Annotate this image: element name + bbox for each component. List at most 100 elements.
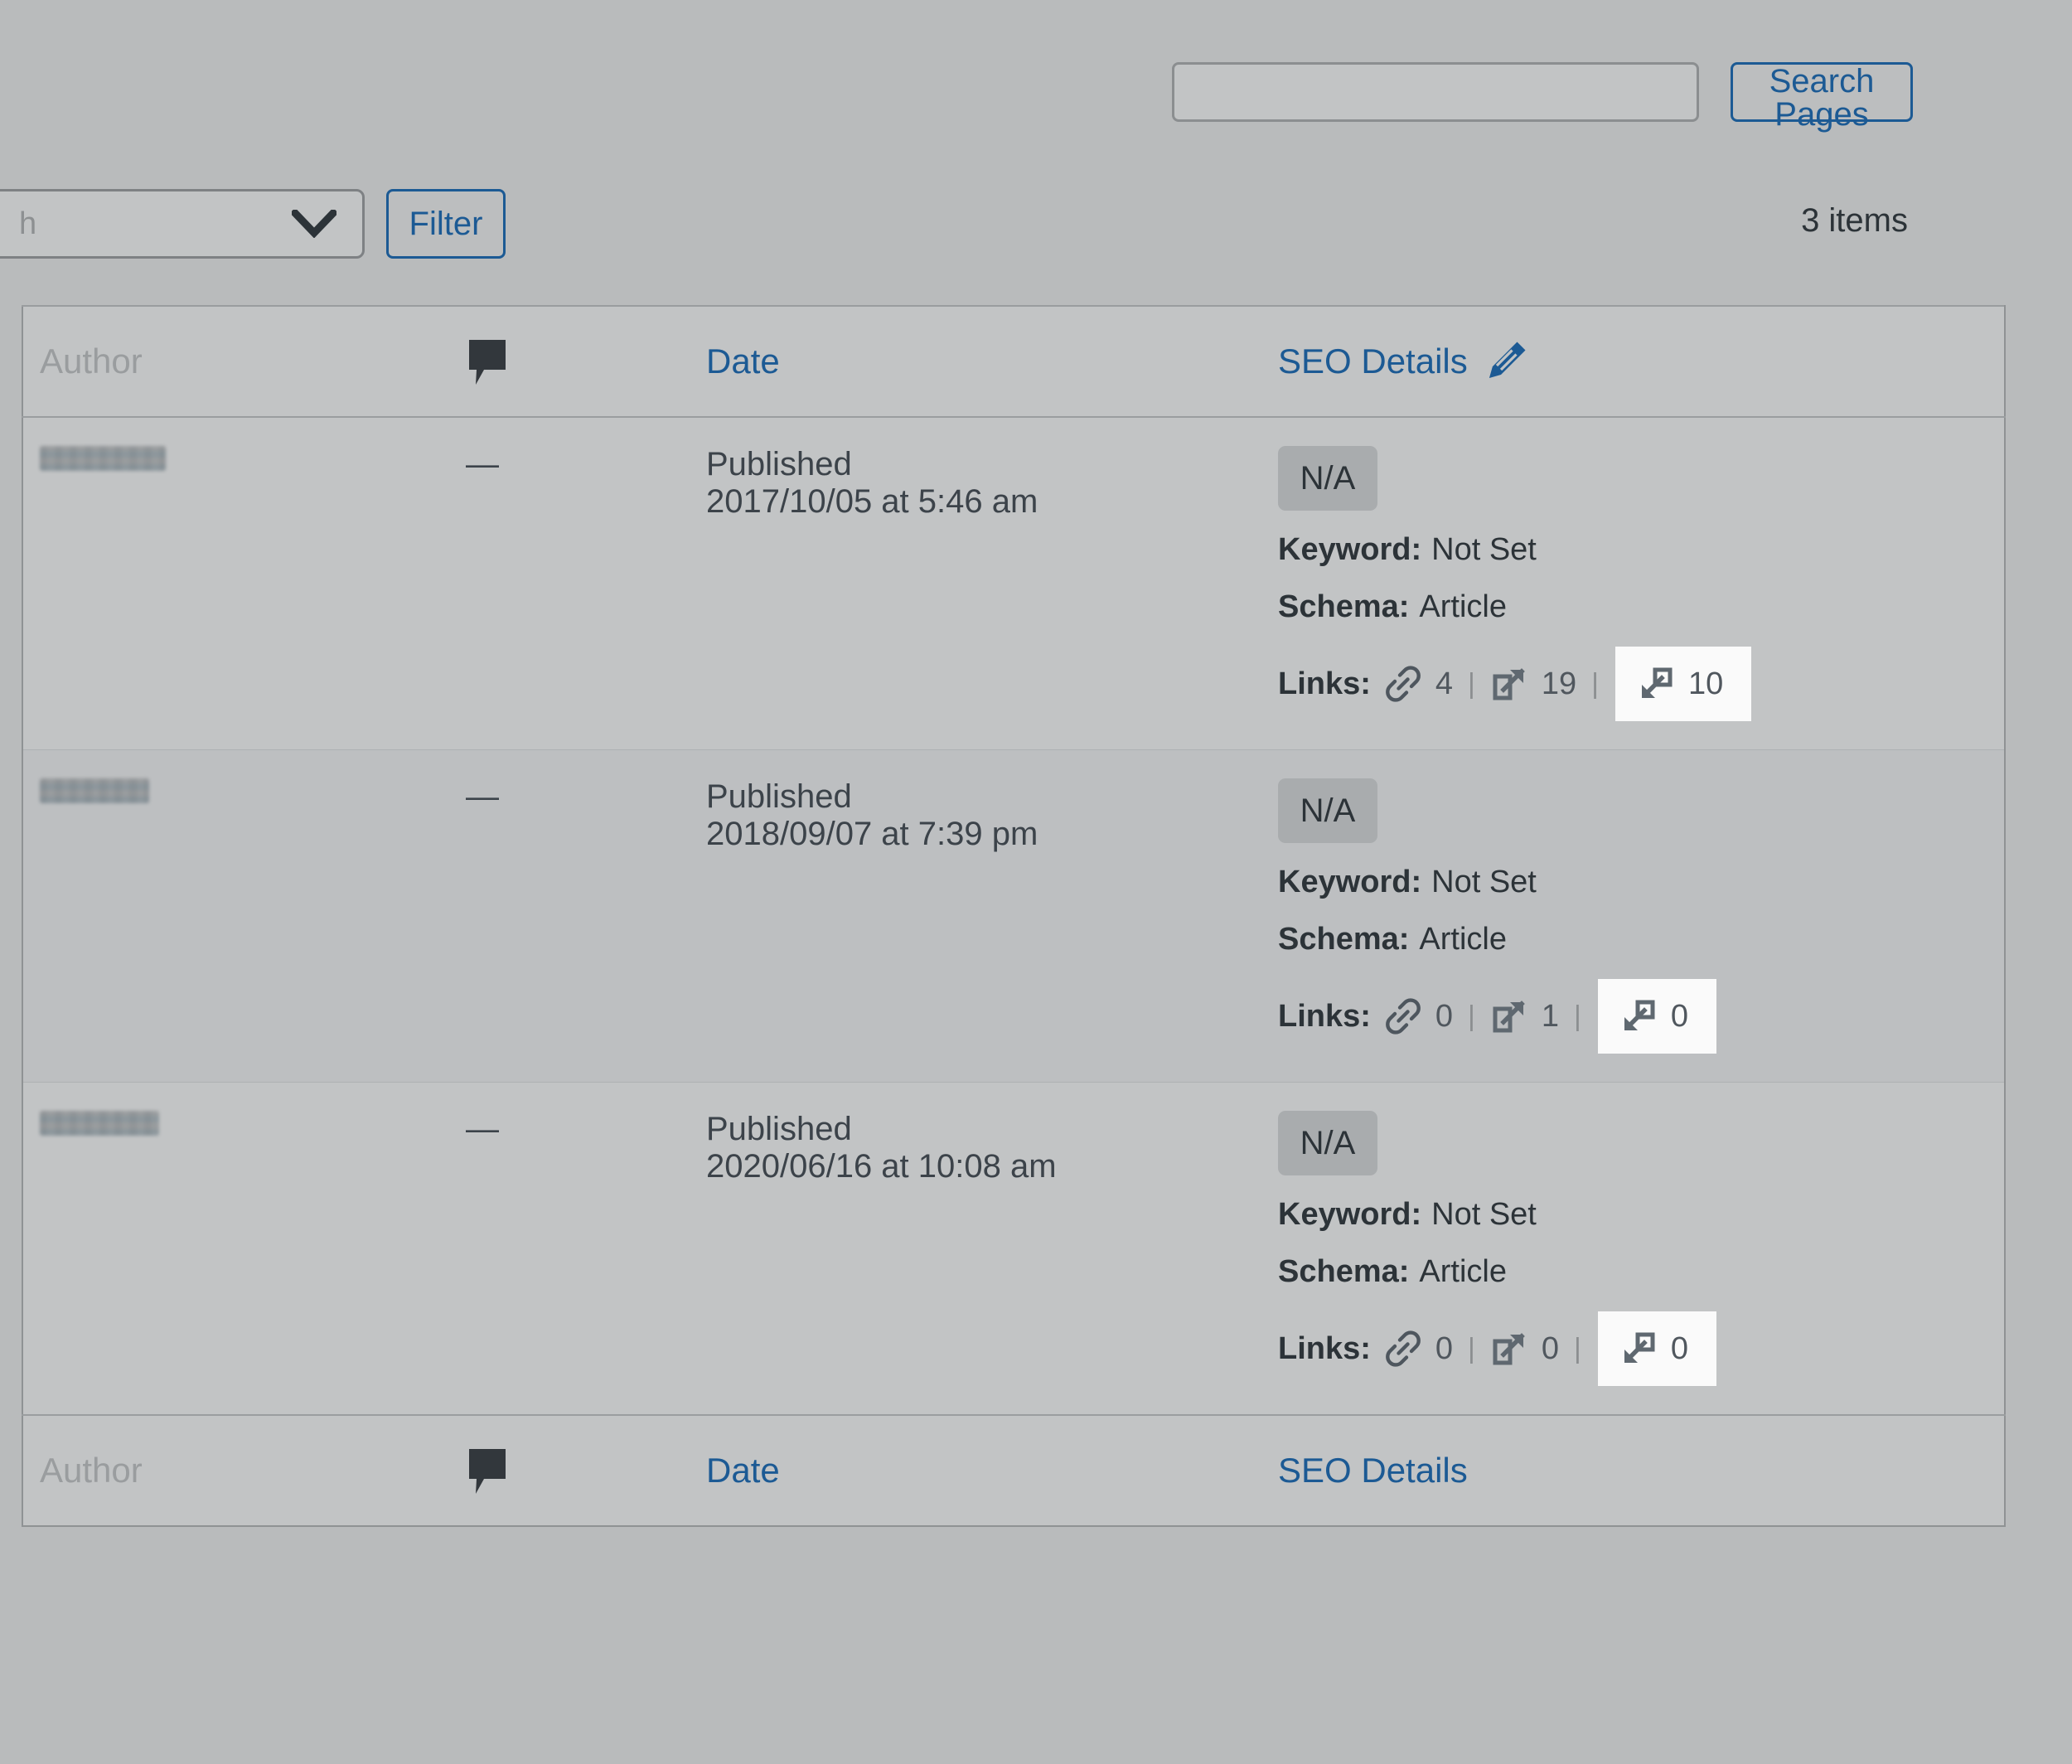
inbound-links-group[interactable]: 0 <box>1597 979 1717 1054</box>
external-link-icon <box>1490 1330 1528 1368</box>
links-separator: | <box>1468 1000 1475 1032</box>
cell-seo-details: N/A Keyword: Not Set Schema: Article Lin… <box>1261 749 2005 1083</box>
seo-schema-label: Schema: <box>1278 589 1410 624</box>
cell-date: Published 2017/10/05 at 5:46 am <box>690 417 1261 750</box>
author-name-redacted <box>40 446 166 471</box>
inbound-links-group[interactable]: 0 <box>1597 1311 1717 1386</box>
date-value: 2017/10/05 at 5:46 am <box>706 482 1038 520</box>
seo-schema-label: Schema: <box>1278 922 1410 957</box>
seo-keyword-label: Keyword: <box>1278 1197 1422 1232</box>
date-value: 2018/09/07 at 7:39 pm <box>706 815 1038 852</box>
comment-bubble-icon <box>466 1446 509 1495</box>
internal-links-count: 4 <box>1435 666 1454 701</box>
seo-links-label: Links: <box>1278 666 1371 701</box>
seo-keyword-value: Not Set <box>1431 532 1537 567</box>
table-row[interactable]: — Published 2017/10/05 at 5:46 am N/A Ke… <box>22 417 2005 750</box>
inbound-links-count: 0 <box>1670 998 1689 1034</box>
inbound-links-count: 10 <box>1688 666 1724 701</box>
internal-links-count: 0 <box>1435 1330 1454 1366</box>
seo-schema-value: Article <box>1419 589 1507 624</box>
cell-seo-details: N/A Keyword: Not Set Schema: Article Lin… <box>1261 1082 2005 1415</box>
seo-keyword-label: Keyword: <box>1278 532 1422 567</box>
author-name-redacted <box>40 778 149 803</box>
date-value: 2020/06/16 at 10:08 am <box>706 1147 1057 1185</box>
cell-seo-details: N/A Keyword: Not Set Schema: Article Lin… <box>1261 417 2005 750</box>
date-filter-select-value-wrap[interactable]: h <box>0 189 365 259</box>
links-separator: | <box>1468 667 1475 700</box>
footer-column-header-seo-details[interactable]: SEO Details <box>1261 1414 2005 1526</box>
cell-author <box>22 417 449 750</box>
external-links-group[interactable]: 0 <box>1487 1330 1562 1368</box>
external-links-count: 1 <box>1541 998 1560 1034</box>
seo-keyword-line: Keyword: Not Set <box>1278 1197 2004 1233</box>
cell-date: Published 2018/09/07 at 7:39 pm <box>690 749 1261 1083</box>
links-separator: | <box>1574 1332 1581 1364</box>
seo-links-line: Links: 4 | 19 | 10 <box>1278 647 2004 721</box>
footer-column-header-seo-details-label: SEO Details <box>1278 1451 1468 1490</box>
external-link-icon <box>1490 665 1528 703</box>
cell-date: Published 2020/06/16 at 10:08 am <box>690 1082 1261 1415</box>
column-header-seo-details-label: SEO Details <box>1278 342 1468 380</box>
seo-schema-value: Article <box>1419 1254 1507 1289</box>
footer-column-header-comments[interactable] <box>449 1414 690 1526</box>
internal-links-count: 0 <box>1435 998 1454 1034</box>
external-links-count: 0 <box>1541 1330 1560 1366</box>
table-head: Author Date SEO Details <box>22 306 2005 418</box>
seo-keyword-value: Not Set <box>1431 865 1537 899</box>
search-toolbar: Search Pages <box>1172 62 1913 131</box>
seo-links-label: Links: <box>1278 1330 1371 1366</box>
column-header-seo-details[interactable]: SEO Details <box>1261 306 2005 418</box>
date-status: Published <box>706 778 852 815</box>
seo-keyword-line: Keyword: Not Set <box>1278 532 2004 568</box>
links-separator: | <box>1591 667 1600 700</box>
filter-bar: h Filter 3 items <box>0 189 2072 264</box>
external-links-group[interactable]: 19 <box>1487 665 1580 703</box>
table-footer-row: Author Date SEO Details <box>22 1414 2005 1526</box>
external-link-icon <box>1490 997 1528 1035</box>
chain-link-icon <box>1384 997 1422 1035</box>
seo-schema-line: Schema: Article <box>1278 589 2004 625</box>
internal-links-group[interactable]: 0 <box>1381 1330 1456 1368</box>
seo-links-line: Links: 0 | <box>1278 1311 2004 1386</box>
date-filter-select[interactable]: h <box>0 189 365 259</box>
seo-score-badge: N/A <box>1278 778 1377 843</box>
external-links-count: 19 <box>1541 666 1577 701</box>
inbound-link-icon <box>1637 665 1675 703</box>
cell-comments: — <box>449 749 690 1083</box>
pages-list-table: Author Date SEO Details — Published 2017… <box>22 305 2006 1527</box>
internal-links-group[interactable]: 0 <box>1381 997 1456 1035</box>
filter-button[interactable]: Filter <box>386 189 506 259</box>
cell-comments: — <box>449 1082 690 1415</box>
item-count: 3 items <box>1801 202 1908 239</box>
column-header-author[interactable]: Author <box>22 306 449 418</box>
search-input[interactable] <box>1172 62 1699 122</box>
date-status: Published <box>706 1111 852 1147</box>
table-body: — Published 2017/10/05 at 5:46 am N/A Ke… <box>22 417 2005 1415</box>
date-status: Published <box>706 446 852 482</box>
search-pages-button[interactable]: Search Pages <box>1731 62 1913 131</box>
date-filter-select-value: h <box>19 206 37 241</box>
internal-links-group[interactable]: 4 <box>1381 665 1456 703</box>
table-row[interactable]: — Published 2020/06/16 at 10:08 am N/A K… <box>22 1082 2005 1415</box>
footer-column-header-date[interactable]: Date <box>690 1414 1261 1526</box>
column-header-comments[interactable] <box>449 306 690 418</box>
seo-links-label: Links: <box>1278 998 1371 1034</box>
footer-column-header-author[interactable]: Author <box>22 1414 449 1526</box>
cell-comments: — <box>466 446 499 482</box>
inbound-link-icon <box>1619 1330 1658 1368</box>
seo-schema-line: Schema: Article <box>1278 922 2004 957</box>
comment-bubble-icon <box>466 337 509 386</box>
seo-score-badge: N/A <box>1278 1111 1377 1175</box>
seo-schema-value: Article <box>1419 922 1507 957</box>
inbound-links-group[interactable]: 10 <box>1615 647 1752 721</box>
links-separator: | <box>1574 1000 1581 1032</box>
pencil-edit-icon[interactable] <box>1483 338 1529 385</box>
table-foot: Author Date SEO Details <box>22 1414 2005 1526</box>
inbound-link-icon <box>1619 997 1658 1035</box>
external-links-group[interactable]: 1 <box>1487 997 1562 1035</box>
seo-links-line: Links: 0 | <box>1278 979 2004 1054</box>
column-header-date[interactable]: Date <box>690 306 1261 418</box>
table-row[interactable]: — Published 2018/09/07 at 7:39 pm N/A Ke… <box>22 749 2005 1083</box>
column-header-date-label: Date <box>706 342 780 380</box>
chevron-down-icon <box>292 210 336 238</box>
